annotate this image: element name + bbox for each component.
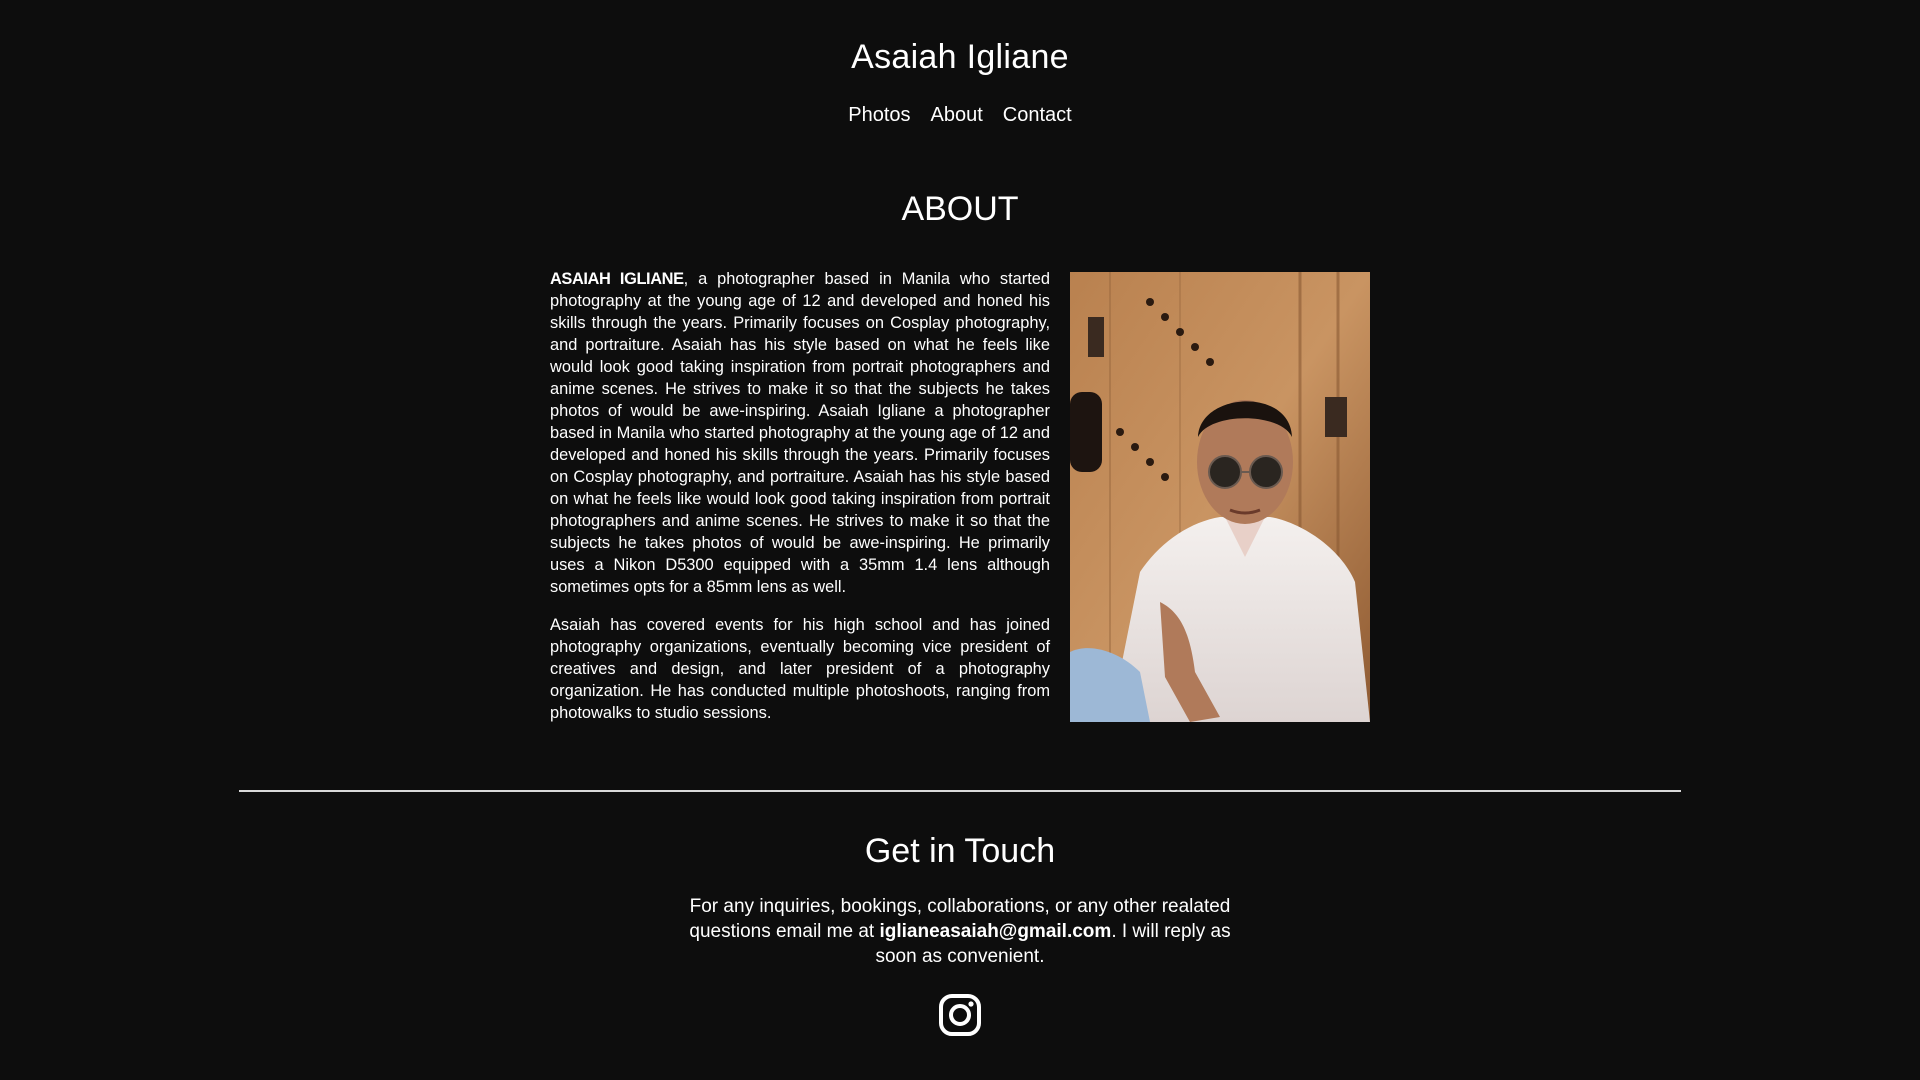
nav-link-contact[interactable]: Contact <box>1003 104 1072 127</box>
about-paragraph-1: ASAIAH IGLIANE, a photographer based in … <box>550 268 1050 598</box>
portrait-photo <box>1070 272 1370 722</box>
nav-link-photos[interactable]: Photos <box>848 104 910 127</box>
about-heading: ABOUT <box>901 190 1019 228</box>
main-nav: Photos About Contact <box>0 104 1920 127</box>
about-paragraph-2: Asaiah has covered events for his high s… <box>550 616 1050 722</box>
about-text: ASAIAH IGLIANE, a photographer based in … <box>550 268 1050 740</box>
contact-heading: Get in Touch <box>864 832 1056 870</box>
instagram-icon[interactable] <box>938 993 982 1037</box>
nav-link-about[interactable]: About <box>931 104 983 127</box>
section-divider <box>239 790 1681 792</box>
contact-email[interactable]: iglianeasaiah@gmail.com <box>879 921 1111 942</box>
about-name: ASAIAH IGLIANE <box>550 270 684 288</box>
about-paragraph-1-text: , a photographer based in Manila who sta… <box>550 270 1051 596</box>
contact-text: For any inquiries, bookings, collaborati… <box>680 894 1240 969</box>
site-title[interactable]: Asaiah Igliane <box>0 38 1920 77</box>
